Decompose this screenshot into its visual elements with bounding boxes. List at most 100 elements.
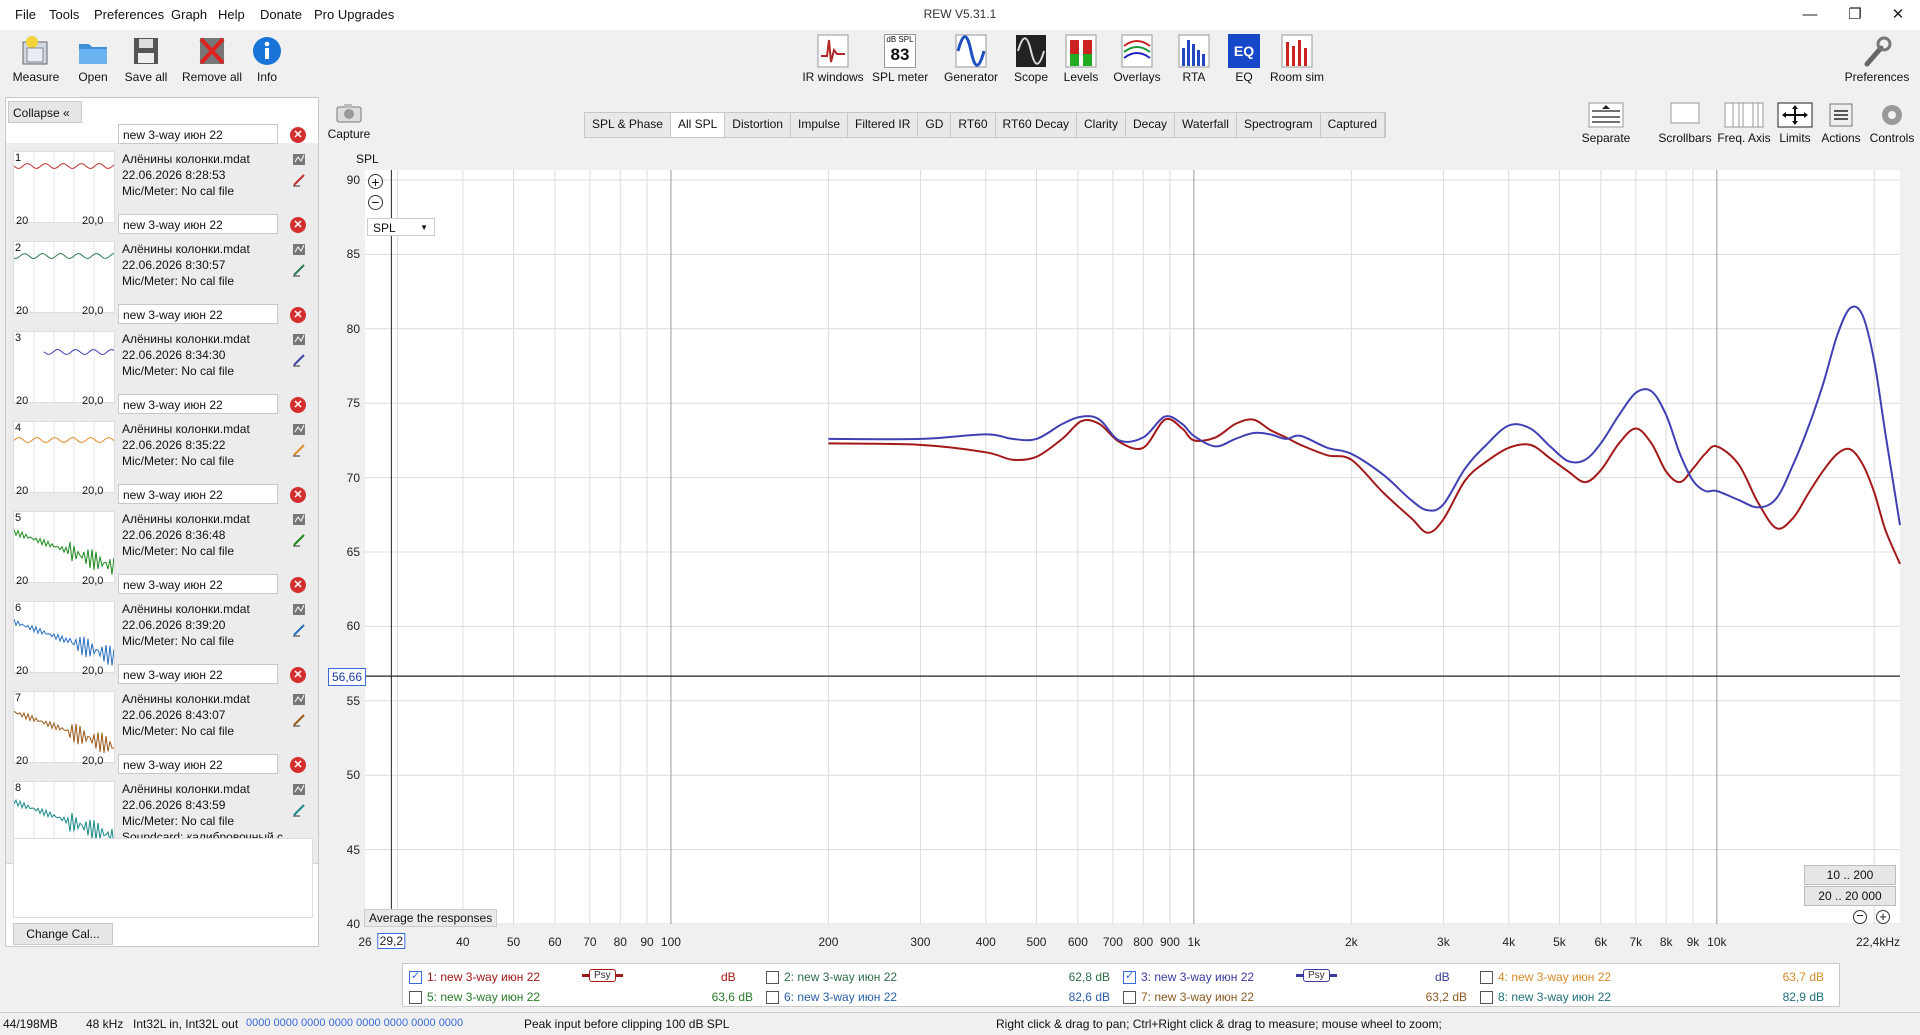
measurement-thumbnail[interactable]: [13, 151, 115, 223]
average-responses-button[interactable]: Average the responses: [364, 909, 498, 927]
range-20-20000-button[interactable]: 20 .. 20 000: [1804, 886, 1896, 906]
legend-checkbox[interactable]: [1480, 971, 1493, 984]
trace-color-icon[interactable]: [292, 263, 306, 277]
minimize-button[interactable]: —: [1790, 3, 1830, 27]
legend-label[interactable]: 4: new 3-way июн 22: [1498, 970, 1611, 984]
tab-rt60-decay[interactable]: RT60 Decay: [996, 113, 1077, 137]
measurement-thumbnail[interactable]: [13, 511, 115, 583]
tab-spl-phase[interactable]: SPL & Phase: [585, 113, 671, 137]
separate-button[interactable]: Separate: [1580, 102, 1632, 145]
trace-color-icon[interactable]: [292, 443, 306, 457]
measurement-thumbnail[interactable]: [13, 331, 115, 403]
menu-preferences[interactable]: Preferences: [94, 7, 164, 22]
measurement-thumbnail[interactable]: [13, 691, 115, 763]
tab-gd[interactable]: GD: [918, 113, 952, 137]
tab-spectrogram[interactable]: Spectrogram: [1237, 113, 1321, 137]
limits-button[interactable]: Limits: [1774, 102, 1816, 145]
measure-button[interactable]: Measure: [10, 34, 62, 84]
legend-checkbox[interactable]: [766, 971, 779, 984]
levels-button[interactable]: Levels: [1062, 34, 1100, 84]
legend-label[interactable]: 5: new 3-way июн 22: [427, 990, 540, 1004]
ir-windows-button[interactable]: IR windows: [802, 34, 864, 84]
measurement-name-field[interactable]: new 3-way июн 22: [118, 214, 278, 234]
eq-button[interactable]: EQ EQ: [1226, 34, 1262, 84]
remove-measurement-icon[interactable]: ✕: [290, 487, 306, 503]
measurement-info-icon[interactable]: [292, 422, 306, 436]
y-axis-select[interactable]: SPL ▼: [367, 218, 435, 236]
measurement-info-icon[interactable]: [292, 332, 306, 346]
generator-button[interactable]: Generator: [943, 34, 999, 84]
maximize-button[interactable]: ❐: [1835, 3, 1875, 27]
legend-checkbox[interactable]: [409, 991, 422, 1004]
overlays-button[interactable]: Overlays: [1111, 34, 1163, 84]
measurement-notes-area[interactable]: [13, 838, 313, 918]
x-zoom-in-icon[interactable]: +: [1876, 910, 1890, 924]
measurement-info-icon[interactable]: [292, 782, 306, 796]
measurement-name-field[interactable]: new 3-way июн 22: [118, 484, 278, 504]
x-zoom-out-icon[interactable]: −: [1853, 909, 1867, 924]
range-10-200-button[interactable]: 10 .. 200: [1804, 865, 1896, 885]
remove-measurement-icon[interactable]: ✕: [290, 397, 306, 413]
measurement-name-field[interactable]: new 3-way июн 22: [118, 304, 278, 324]
legend-label[interactable]: 1: new 3-way июн 22: [427, 970, 540, 984]
tab-distortion[interactable]: Distortion: [725, 113, 791, 137]
tab-rt60[interactable]: RT60: [951, 113, 996, 137]
measurement-info-icon[interactable]: [292, 242, 306, 256]
measurement-name-field[interactable]: new 3-way июн 22: [118, 664, 278, 684]
measurement-info-icon[interactable]: [292, 692, 306, 706]
trace-color-icon[interactable]: [292, 533, 306, 547]
remove-measurement-icon[interactable]: ✕: [290, 127, 306, 143]
rta-button[interactable]: RTA: [1177, 34, 1211, 84]
legend-checkbox[interactable]: [1123, 991, 1136, 1004]
scope-button[interactable]: Scope: [1013, 34, 1049, 84]
legend-checkbox[interactable]: ✓: [409, 970, 422, 984]
legend-label[interactable]: 6: new 3-way июн 22: [784, 990, 897, 1004]
measurement-info-icon[interactable]: [292, 152, 306, 166]
legend-label[interactable]: 8: new 3-way июн 22: [1498, 990, 1611, 1004]
menu-graph[interactable]: Graph: [171, 7, 207, 22]
tab-captured[interactable]: Captured: [1321, 113, 1386, 137]
change-cal-button[interactable]: Change Cal...: [13, 923, 113, 945]
measurement-name-field[interactable]: new 3-way июн 22: [118, 754, 278, 774]
trace-color-icon[interactable]: [292, 353, 306, 367]
menu-file[interactable]: File: [15, 7, 36, 22]
trace-color-icon[interactable]: [292, 173, 306, 187]
tab-waterfall[interactable]: Waterfall: [1175, 113, 1237, 137]
measurement-info-icon[interactable]: [292, 512, 306, 526]
remove-all-button[interactable]: Remove all: [181, 34, 243, 84]
collapse-button[interactable]: Collapse «: [8, 101, 82, 123]
legend-label[interactable]: 3: new 3-way июн 22: [1141, 970, 1254, 984]
tab-decay[interactable]: Decay: [1126, 113, 1176, 137]
capture-button[interactable]: Capture: [325, 102, 373, 141]
zoom-in-icon[interactable]: +: [368, 174, 383, 189]
trace-color-icon[interactable]: [292, 623, 306, 637]
menu-help[interactable]: Help: [218, 7, 245, 22]
legend-checkbox[interactable]: [1480, 991, 1493, 1004]
save-all-button[interactable]: Save all: [123, 34, 169, 84]
menu-pro-upgrades[interactable]: Pro Upgrades: [314, 7, 394, 22]
legend-label[interactable]: 7: new 3-way июн 22: [1141, 990, 1254, 1004]
trace-color-icon[interactable]: [292, 803, 306, 817]
controls-button[interactable]: Controls: [1864, 102, 1920, 145]
actions-button[interactable]: Actions: [1818, 102, 1864, 145]
tab-filtered-ir[interactable]: Filtered IR: [848, 113, 919, 137]
open-button[interactable]: Open: [70, 34, 116, 84]
remove-measurement-icon[interactable]: ✕: [290, 577, 306, 593]
measurement-name-field[interactable]: new 3-way июн 22: [118, 574, 278, 594]
measurement-thumbnail[interactable]: [13, 421, 115, 493]
graph-plot-area[interactable]: [365, 170, 1900, 925]
preferences-button[interactable]: Preferences: [1844, 34, 1910, 84]
measurement-info-icon[interactable]: [292, 602, 306, 616]
remove-measurement-icon[interactable]: ✕: [290, 307, 306, 323]
measurement-name-field[interactable]: new 3-way июн 22: [118, 124, 278, 144]
measurement-name-field[interactable]: new 3-way июн 22: [118, 394, 278, 414]
trace-color-icon[interactable]: [292, 713, 306, 727]
tab-clarity[interactable]: Clarity: [1077, 113, 1127, 137]
menu-donate[interactable]: Donate: [260, 7, 302, 22]
legend-label[interactable]: 2: new 3-way июн 22: [784, 970, 897, 984]
menu-tools[interactable]: Tools: [49, 7, 79, 22]
smoothing-badge[interactable]: Psy: [589, 969, 616, 982]
scrollbars-button[interactable]: Scrollbars: [1655, 102, 1715, 145]
legend-checkbox[interactable]: [766, 991, 779, 1004]
measurement-thumbnail[interactable]: [13, 601, 115, 673]
